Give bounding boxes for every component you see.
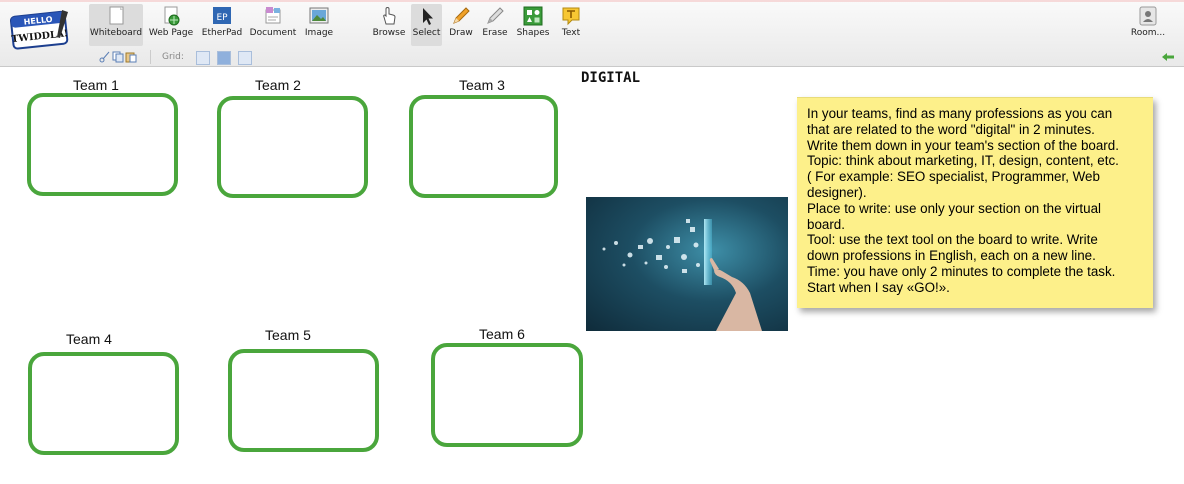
note-line: that are related to the word "digital" i… <box>807 121 1095 137</box>
etherpad-button[interactable]: EP EtherPad <box>199 4 245 38</box>
grid-none-option[interactable] <box>196 51 210 65</box>
text-label: Text <box>561 28 581 38</box>
cut-icon[interactable] <box>99 51 111 63</box>
team-3-label: Team 3 <box>459 77 505 93</box>
note-line: Place to write: use only your section on… <box>807 200 1101 216</box>
browse-label: Browse <box>372 28 406 38</box>
draw-label: Draw <box>449 28 473 38</box>
paste-icon[interactable] <box>125 51 137 63</box>
etherpad-icon-text: EP <box>216 13 228 23</box>
hand-icon <box>383 6 396 25</box>
note-line: Topic: think about marketing, IT, design… <box>807 153 1119 169</box>
erase-label: Erase <box>482 28 508 38</box>
note-line: In your teams, find as many professions … <box>807 106 1113 121</box>
erase-button[interactable]: Erase <box>480 4 510 38</box>
room-button[interactable]: Room... <box>1128 4 1168 38</box>
web-page-icon <box>164 6 180 26</box>
instructions-sticky-note[interactable]: In your teams, find as many professions … <box>797 97 1153 308</box>
team-4-label: Team 4 <box>66 331 112 347</box>
select-button[interactable]: Select <box>411 4 442 46</box>
digital-hand-image[interactable] <box>586 197 788 331</box>
team-4-box[interactable] <box>28 352 179 455</box>
document-icon <box>265 7 281 24</box>
room-label: Room... <box>1130 28 1166 38</box>
team-6-label: Team 6 <box>479 326 525 342</box>
whiteboard-button[interactable]: Whiteboard <box>89 4 143 46</box>
shapes-label: Shapes <box>516 28 550 38</box>
eraser-icon <box>487 7 504 24</box>
room-icon <box>1139 6 1157 26</box>
whiteboard-label: Whiteboard <box>89 28 143 38</box>
team-6-box[interactable] <box>431 343 583 447</box>
team-5-box[interactable] <box>228 349 379 452</box>
toolbar: HELLO TWIDDLA! Whiteboard Web Page EP Et… <box>0 0 1184 67</box>
shapes-button[interactable]: Shapes <box>514 4 552 38</box>
team-2-label: Team 2 <box>255 77 301 93</box>
note-line: Start when I say «GO!». <box>807 279 950 295</box>
text-icon <box>562 7 580 26</box>
cursor-icon <box>422 8 433 25</box>
twiddla-logo[interactable]: HELLO TWIDDLA! <box>10 8 72 50</box>
team-3-box[interactable] <box>409 95 558 198</box>
note-line: Time: you have only 2 minutes to complet… <box>807 263 1116 279</box>
image-label: Image <box>304 28 334 38</box>
note-line: board. <box>807 216 845 232</box>
shapes-icon <box>523 6 543 26</box>
grid-label: Grid: <box>162 52 184 62</box>
web-page-button[interactable]: Web Page <box>148 4 194 38</box>
team-1-label: Team 1 <box>73 77 119 93</box>
whiteboard-icon <box>109 6 124 25</box>
browse-button[interactable]: Browse <box>371 4 407 38</box>
web-page-label: Web Page <box>148 28 194 38</box>
toolbar-separator <box>150 50 151 64</box>
image-icon <box>309 7 329 24</box>
digital-hand-illustration <box>602 219 762 331</box>
select-label: Select <box>412 28 441 38</box>
pencil-icon <box>453 7 470 24</box>
grid-large-option[interactable] <box>238 51 252 65</box>
note-line: ( For example: SEO specialist, Programme… <box>807 169 1100 185</box>
note-line: down professions in English, each on a n… <box>807 248 1096 264</box>
team-5-label: Team 5 <box>265 327 311 343</box>
back-arrow-icon[interactable] <box>1161 52 1175 62</box>
board-title: DIGITAL <box>581 70 641 86</box>
team-1-box[interactable] <box>27 93 178 196</box>
text-button[interactable]: Text <box>557 4 585 38</box>
grid-small-option[interactable] <box>217 51 231 65</box>
document-button[interactable]: Document <box>249 4 297 38</box>
team-2-box[interactable] <box>217 96 368 198</box>
note-line: designer). <box>807 184 867 200</box>
note-line: Write them down in your team's section o… <box>807 137 1119 153</box>
toolbar-top-border <box>0 0 1184 2</box>
etherpad-icon: EP <box>213 7 231 24</box>
image-button[interactable]: Image <box>301 4 337 38</box>
document-label: Document <box>249 28 297 38</box>
etherpad-label: EtherPad <box>201 28 243 38</box>
copy-icon[interactable] <box>112 51 124 63</box>
draw-button[interactable]: Draw <box>446 4 476 38</box>
note-line: Tool: use the text tool on the board to … <box>807 232 1098 248</box>
